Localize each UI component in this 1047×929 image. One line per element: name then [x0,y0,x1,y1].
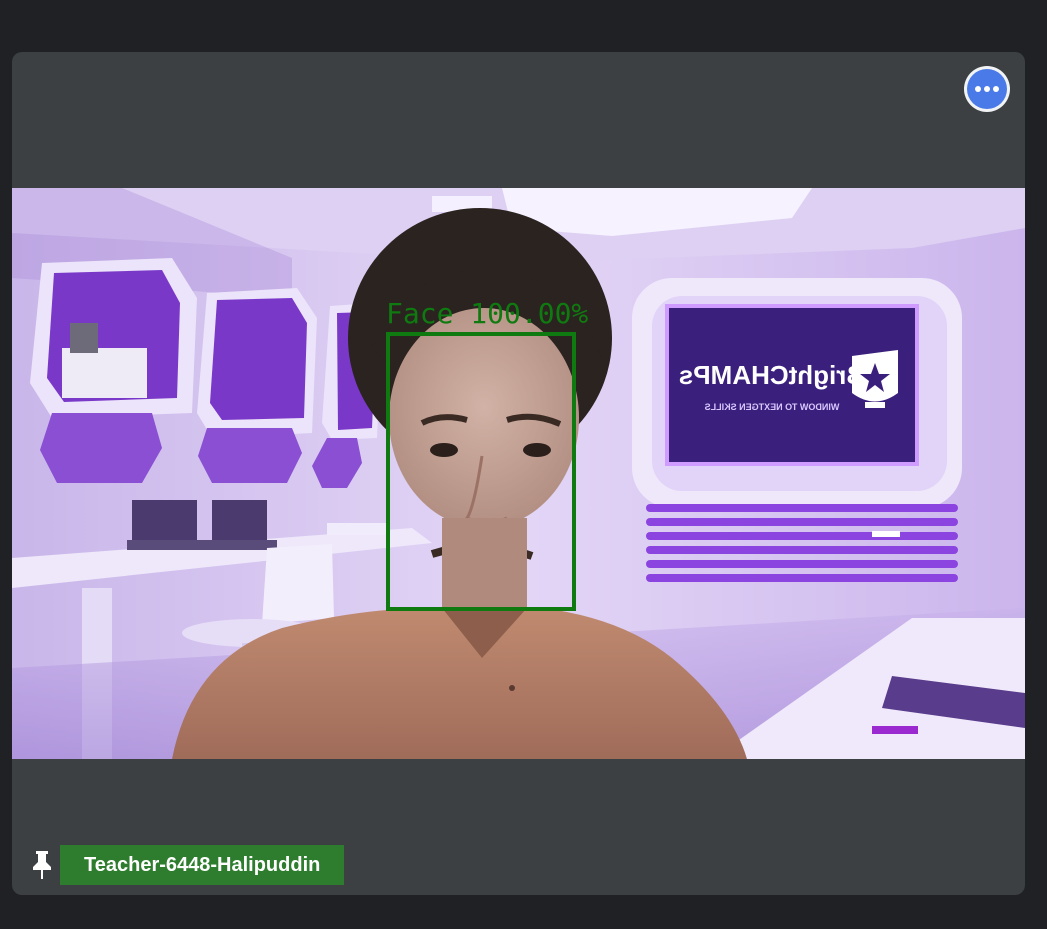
face-detection-box [386,332,576,611]
participant-name-bar: Teacher-6448-Halipuddin [26,845,345,885]
face-detection-label: Face 100.00% [386,297,589,330]
svg-text:BrightCHAMPs: BrightCHAMPs [679,360,865,390]
svg-text:WINDOW TO NEXTGEN SKILLS: WINDOW TO NEXTGEN SKILLS [705,402,840,412]
participant-name-label: Teacher-6448-Halipuddin [60,845,345,885]
more-options-button[interactable] [964,66,1010,112]
participant-video: BrightCHAMPs WINDOW TO NEXTGEN SKILLS Fa… [12,188,1025,759]
pin-icon[interactable] [26,845,58,885]
participant-tile[interactable]: BrightCHAMPs WINDOW TO NEXTGEN SKILLS Fa… [12,52,1025,895]
more-options-icon [967,69,1007,109]
